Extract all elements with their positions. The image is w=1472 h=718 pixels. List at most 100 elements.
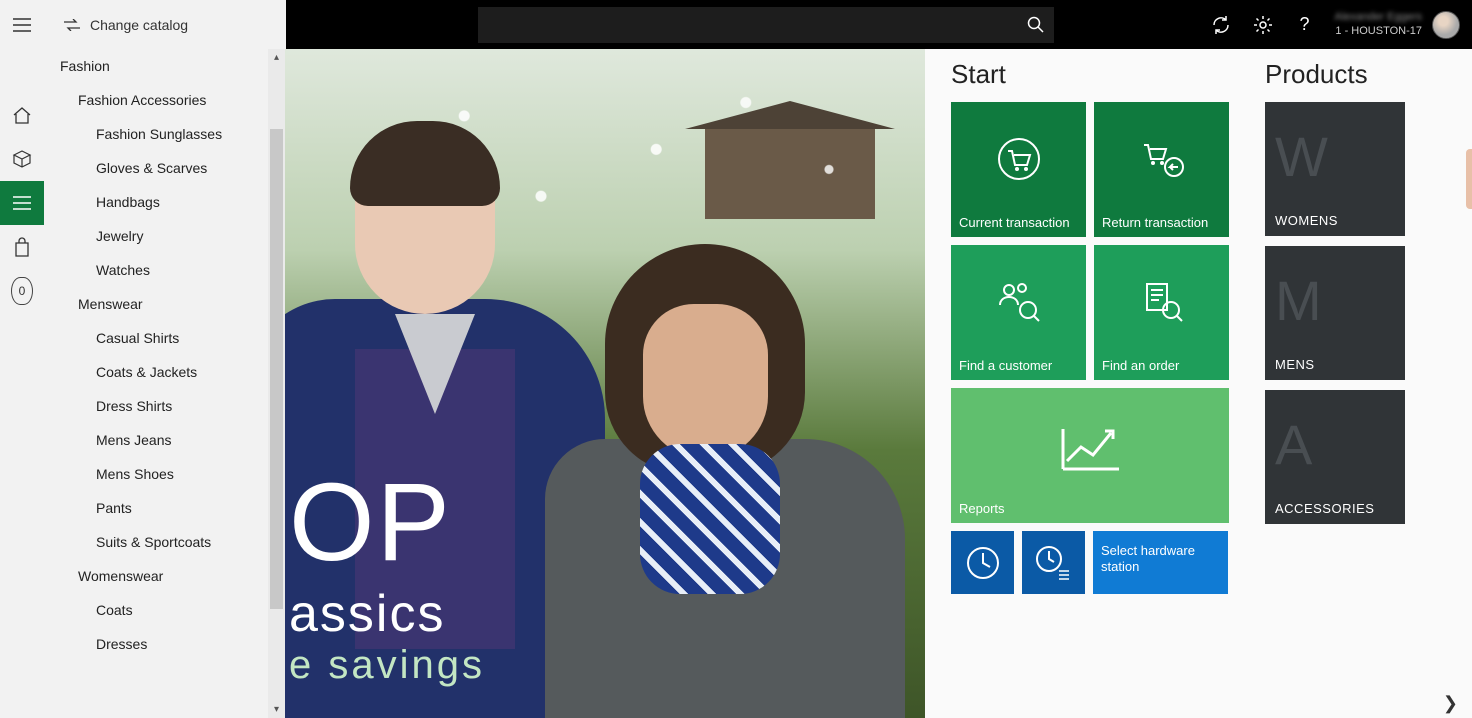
bag-icon (13, 237, 31, 257)
cart-return-icon (1138, 137, 1186, 181)
tile-clock-1[interactable] (951, 531, 1014, 594)
tile-label: Reports (959, 501, 1221, 517)
box-icon (12, 149, 32, 169)
help-button[interactable]: ? (1293, 13, 1317, 37)
catalog-panel: FashionFashion AccessoriesFashion Sungla… (44, 49, 268, 718)
order-search-icon (1139, 280, 1185, 324)
products-section: Products W WOMENS M MENS A ACCESSORIES (1265, 59, 1425, 594)
customer-search-icon (996, 280, 1042, 324)
catalog-item[interactable]: Gloves & Scarves (44, 151, 268, 185)
tile-reports[interactable]: Reports (951, 388, 1229, 523)
help-icon: ? (1300, 14, 1310, 35)
refresh-icon (1211, 15, 1231, 35)
product-tile-letter: W (1275, 124, 1328, 189)
product-tile-label: ACCESSORIES (1275, 501, 1374, 516)
hero-scrollbar[interactable]: ▴ ▾ (268, 49, 285, 718)
start-section: Start Current transaction Return transac… (951, 59, 1229, 594)
catalog-item[interactable]: Handbags (44, 185, 268, 219)
user-name: Alexander Eggers (1335, 11, 1422, 24)
hero-line3: e savings (289, 643, 485, 688)
rail-counter[interactable]: 0 (0, 269, 44, 313)
rail-bag[interactable] (0, 225, 44, 269)
catalog-item[interactable]: Casual Shirts (44, 321, 268, 355)
product-tile-label: MENS (1275, 357, 1315, 372)
list-icon (13, 196, 31, 210)
top-bar-right: ? Alexander Eggers 1 - HOUSTON-17 (286, 0, 1472, 49)
products-heading: Products (1265, 59, 1425, 90)
menu-button[interactable] (0, 0, 44, 49)
top-bar-actions: ? Alexander Eggers 1 - HOUSTON-17 (1209, 11, 1472, 39)
rail-counter-value: 0 (19, 284, 26, 298)
store-label: 1 - HOUSTON-17 (1335, 25, 1422, 38)
scroll-right-button[interactable]: ❯ (1443, 693, 1458, 714)
change-catalog-label: Change catalog (90, 17, 188, 33)
hero-text: OP assics e savings (289, 468, 485, 688)
catalog-tree: FashionFashion AccessoriesFashion Sungla… (44, 49, 268, 661)
tile-label: Find a customer (959, 358, 1078, 374)
product-tile[interactable]: A ACCESSORIES (1265, 390, 1405, 524)
refresh-button[interactable] (1209, 13, 1233, 37)
catalog-item[interactable]: Suits & Sportcoats (44, 525, 268, 559)
search-input[interactable] (478, 17, 1018, 33)
avatar (1432, 11, 1460, 39)
tile-label: Return transaction (1102, 215, 1221, 231)
home-icon (12, 106, 32, 124)
dashboard: Start Current transaction Return transac… (925, 49, 1472, 718)
scroll-thumb[interactable] (270, 129, 283, 609)
user-info: Alexander Eggers 1 - HOUSTON-17 (1335, 11, 1422, 37)
hamburger-icon (13, 18, 31, 32)
catalog-item[interactable]: Pants (44, 491, 268, 525)
rail-products[interactable] (0, 137, 44, 181)
catalog-item[interactable]: Menswear (44, 287, 268, 321)
top-bar-left: Change catalog (0, 0, 286, 49)
top-bar: Change catalog ? Alexander Eggers 1 - HO (0, 0, 1472, 49)
catalog-item[interactable]: Watches (44, 253, 268, 287)
product-tile-letter: A (1275, 412, 1312, 477)
swap-icon (64, 19, 80, 31)
catalog-item[interactable]: Fashion Accessories (44, 83, 268, 117)
catalog-item[interactable]: Coats (44, 593, 268, 627)
catalog-item[interactable]: Fashion (44, 49, 268, 83)
catalog-item[interactable]: Coats & Jackets (44, 355, 268, 389)
content-area: ▴ ▾ OP assics e savings Start (268, 49, 1472, 718)
catalog-item[interactable]: Mens Jeans (44, 423, 268, 457)
gear-icon (1253, 15, 1273, 35)
tile-label: Current transaction (959, 215, 1078, 231)
clock-icon (965, 545, 1001, 581)
settings-button[interactable] (1251, 13, 1275, 37)
product-tile[interactable]: W WOMENS (1265, 102, 1405, 236)
hero-banner[interactable]: OP assics e savings (285, 49, 925, 718)
rail-home[interactable] (0, 93, 44, 137)
product-tile-label: WOMENS (1275, 213, 1338, 228)
user-menu[interactable]: Alexander Eggers 1 - HOUSTON-17 (1335, 11, 1460, 39)
tile-select-hardware[interactable]: Select hardware station (1093, 531, 1228, 594)
cart-icon (997, 137, 1041, 181)
change-catalog-button[interactable]: Change catalog (44, 17, 188, 33)
tile-find-order[interactable]: Find an order (1094, 245, 1229, 380)
tile-find-customer[interactable]: Find a customer (951, 245, 1086, 380)
scroll-up-icon: ▴ (268, 49, 285, 66)
catalog-item[interactable]: Womenswear (44, 559, 268, 593)
tile-return-transaction[interactable]: Return transaction (1094, 102, 1229, 237)
tile-label: Select hardware station (1101, 543, 1220, 574)
product-tile-letter: M (1275, 268, 1322, 333)
hero-line1: OP (289, 468, 485, 578)
search-box[interactable] (478, 7, 1054, 43)
search-button[interactable] (1018, 7, 1054, 43)
scroll-down-icon: ▾ (268, 701, 285, 718)
tile-label: Find an order (1102, 358, 1221, 374)
catalog-item[interactable]: Dresses (44, 627, 268, 661)
tile-current-transaction[interactable]: Current transaction (951, 102, 1086, 237)
search-icon (1027, 16, 1045, 34)
hero-line2: assics (289, 586, 485, 643)
catalog-item[interactable]: Mens Shoes (44, 457, 268, 491)
catalog-item[interactable]: Jewelry (44, 219, 268, 253)
rail-catalog[interactable] (0, 181, 44, 225)
chart-icon (1055, 421, 1125, 477)
start-heading: Start (951, 59, 1229, 90)
clock-list-icon (1035, 545, 1073, 581)
catalog-item[interactable]: Dress Shirts (44, 389, 268, 423)
product-tile[interactable]: M MENS (1265, 246, 1405, 380)
catalog-item[interactable]: Fashion Sunglasses (44, 117, 268, 151)
tile-clock-2[interactable] (1022, 531, 1085, 594)
